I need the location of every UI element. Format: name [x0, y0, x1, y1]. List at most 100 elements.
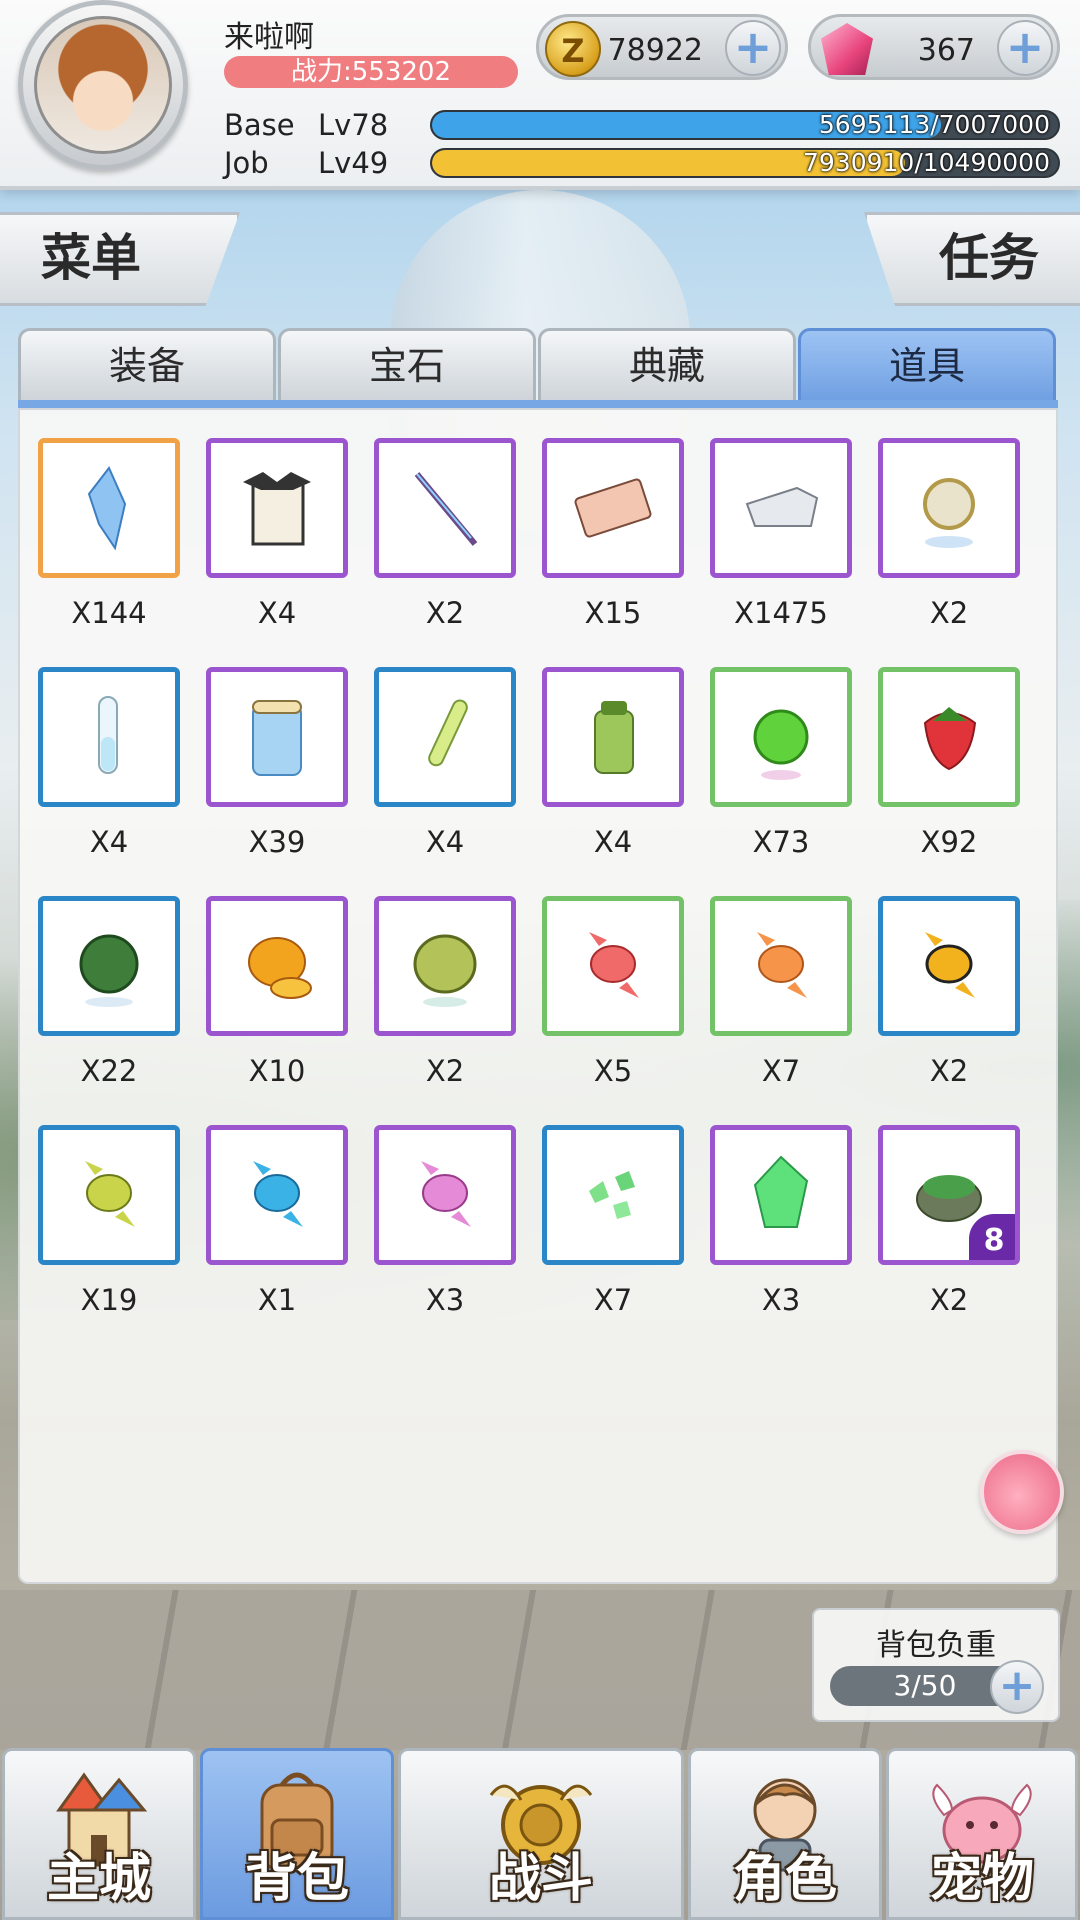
add-zeny-button[interactable]: +	[725, 20, 781, 76]
item-count: X4	[425, 825, 465, 859]
item-slot[interactable]: 8 X2	[878, 1125, 1020, 1317]
green-apple-icon	[737, 693, 825, 781]
item-frame[interactable]	[542, 667, 684, 807]
gem-counter: 367 +	[808, 14, 1060, 80]
item-slot[interactable]: X1	[206, 1125, 348, 1317]
magic-wand-icon	[401, 464, 489, 552]
item-slot[interactable]: X15	[542, 438, 684, 630]
item-slot[interactable]: X19	[38, 1125, 180, 1317]
nav-backpack[interactable]: 背包	[200, 1748, 394, 1920]
tab-collection[interactable]: 典藏	[538, 328, 796, 402]
item-frame[interactable]	[710, 438, 852, 578]
item-count: X4	[89, 825, 129, 859]
item-frame[interactable]	[710, 896, 852, 1036]
item-frame[interactable]	[206, 896, 348, 1036]
menu-button[interactable]: 菜单	[0, 212, 240, 306]
item-slot[interactable]: X1475	[710, 438, 852, 630]
nav-battle[interactable]: 战斗	[398, 1748, 684, 1920]
bee-candy-icon	[905, 922, 993, 1010]
add-gem-button[interactable]: +	[997, 20, 1053, 76]
item-slot[interactable]: X2	[374, 438, 516, 630]
item-slot[interactable]: X92	[878, 667, 1020, 859]
item-count: X7	[593, 1283, 633, 1317]
tab-items[interactable]: 道具	[798, 328, 1056, 402]
item-frame[interactable]	[38, 667, 180, 807]
item-frame[interactable]	[710, 1125, 852, 1265]
item-frame[interactable]	[374, 896, 516, 1036]
item-frame[interactable]	[38, 438, 180, 578]
item-slot[interactable]: X144	[38, 438, 180, 630]
item-slot[interactable]: X7	[542, 1125, 684, 1317]
nav-battle-label: 战斗	[488, 1849, 593, 1909]
item-count: X3	[425, 1283, 465, 1317]
green-shards-icon	[569, 1151, 657, 1239]
item-frame[interactable]	[878, 438, 1020, 578]
item-frame[interactable]	[206, 667, 348, 807]
melon-icon	[65, 922, 153, 1010]
item-frame[interactable]	[374, 1125, 516, 1265]
item-frame[interactable]	[542, 896, 684, 1036]
bottom-nav: 主城 背包 战斗 角色 宠物	[0, 1748, 1080, 1920]
lime-candy-icon	[65, 1151, 153, 1239]
item-frame[interactable]: 8	[878, 1125, 1020, 1265]
quest-button[interactable]: 任务	[864, 212, 1080, 306]
zeny-coin-icon: Z	[545, 21, 601, 77]
item-frame[interactable]	[374, 667, 516, 807]
nav-pet[interactable]: 宠物	[886, 1748, 1078, 1920]
item-slot[interactable]: X5	[542, 896, 684, 1088]
avatar-frame[interactable]	[18, 0, 188, 170]
item-slot[interactable]: X2	[374, 896, 516, 1088]
durian-icon	[401, 922, 489, 1010]
item-count: X2	[929, 1283, 969, 1317]
item-frame[interactable]	[878, 896, 1020, 1036]
gem-value: 367	[917, 33, 975, 68]
nav-main-city-label: 主城	[46, 1849, 151, 1909]
base-label: Base	[224, 108, 295, 142]
item-slot[interactable]: X4	[542, 667, 684, 859]
item-frame[interactable]	[710, 667, 852, 807]
item-count: X10	[248, 1054, 306, 1088]
item-frame[interactable]	[542, 1125, 684, 1265]
player-header: 来啦啊 战力:553202 Z 78922 + 367 + Base Lv78 …	[0, 0, 1080, 190]
item-frame[interactable]	[542, 438, 684, 578]
base-exp-text: 5695113/7007000	[818, 110, 1050, 139]
item-slot[interactable]: X10	[206, 896, 348, 1088]
item-frame[interactable]	[878, 667, 1020, 807]
item-slot[interactable]: X73	[710, 667, 852, 859]
item-count: X4	[257, 596, 297, 630]
item-count: X7	[761, 1054, 801, 1088]
nav-main-city[interactable]: 主城	[2, 1748, 196, 1920]
player-name: 来啦啊	[224, 20, 314, 55]
nav-character[interactable]: 角色	[688, 1748, 882, 1920]
tab-equipment[interactable]: 装备	[18, 328, 276, 402]
job-exp-bar: 7930910/10490000	[430, 148, 1060, 178]
tab-gems[interactable]: 宝石	[278, 328, 536, 402]
item-slot[interactable]: X3	[374, 1125, 516, 1317]
item-slot[interactable]: X4	[206, 438, 348, 630]
item-slot[interactable]: X2	[878, 438, 1020, 630]
item-count: X39	[248, 825, 306, 859]
item-frame[interactable]	[374, 438, 516, 578]
item-frame[interactable]	[206, 1125, 348, 1265]
item-slot[interactable]: X3	[710, 1125, 852, 1317]
expand-backpack-button[interactable]: +	[990, 1660, 1044, 1714]
steel-ingot-icon	[737, 464, 825, 552]
item-slot[interactable]: X2	[878, 896, 1020, 1088]
item-count: X73	[752, 825, 810, 859]
item-frame[interactable]	[206, 438, 348, 578]
nav-pet-label: 宠物	[929, 1849, 1034, 1909]
item-count: X22	[80, 1054, 138, 1088]
red-candy-icon	[569, 922, 657, 1010]
item-slot[interactable]: X4	[38, 667, 180, 859]
avatar[interactable]	[34, 16, 172, 154]
item-frame[interactable]	[38, 896, 180, 1036]
item-frame[interactable]	[38, 1125, 180, 1265]
weight-title: 背包负重	[876, 1628, 996, 1663]
floating-pet-icon[interactable]	[980, 1450, 1064, 1534]
item-slot[interactable]: X22	[38, 896, 180, 1088]
item-slot[interactable]: X39	[206, 667, 348, 859]
nav-backpack-label: 背包	[244, 1849, 349, 1909]
item-slot[interactable]: X7	[710, 896, 852, 1088]
item-slot[interactable]: X4	[374, 667, 516, 859]
water-jar-icon	[233, 693, 321, 781]
